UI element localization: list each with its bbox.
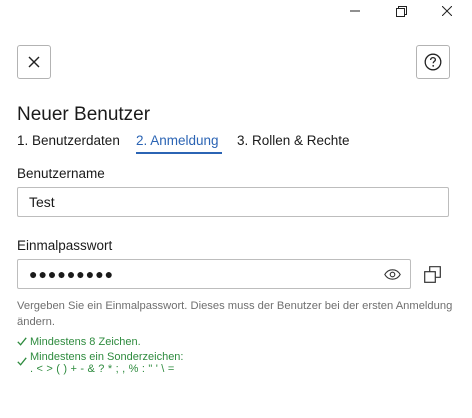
- username-input[interactable]: Test: [17, 187, 449, 217]
- step-benutzerdaten[interactable]: 1. Benutzerdaten: [17, 133, 120, 148]
- window-minimize-button[interactable]: [332, 0, 378, 22]
- password-hint: Vergeben Sie ein Einmalpasswort. Dieses …: [17, 300, 453, 328]
- rule-min-length: Mindestens 8 Zeichen.: [17, 336, 183, 348]
- rule-special-char: Mindestens ein Sonderzeichen: . < > ( ) …: [17, 351, 183, 375]
- dialog-close-button[interactable]: [17, 45, 51, 79]
- minimize-icon: [350, 10, 360, 12]
- username-label: Benutzername: [17, 166, 105, 181]
- close-x-icon: [28, 56, 40, 68]
- password-label: Einmalpasswort: [17, 238, 113, 253]
- rule-special-char-list: . < > ( ) + - & ? * ; , % : " ' \ =: [30, 363, 175, 375]
- help-button[interactable]: [416, 45, 450, 79]
- copy-icon: [423, 265, 441, 283]
- active-step-indicator: [136, 152, 222, 154]
- rule-special-char-text: Mindestens ein Sonderzeichen:: [30, 351, 184, 363]
- show-password-button[interactable]: [383, 266, 401, 282]
- step-anmeldung[interactable]: 2. Anmeldung: [136, 133, 219, 148]
- eye-icon: [383, 268, 401, 280]
- window-restore-button[interactable]: [378, 0, 424, 22]
- password-input[interactable]: ●●●●●●●●●: [17, 259, 411, 289]
- help-question-icon: [424, 53, 442, 71]
- copy-password-button[interactable]: [423, 265, 441, 283]
- username-value: Test: [29, 194, 55, 210]
- password-masked-value: ●●●●●●●●●: [29, 266, 115, 282]
- window-close-button[interactable]: [424, 0, 470, 22]
- step-rollen-rechte[interactable]: 3. Rollen & Rechte: [237, 133, 350, 148]
- dialog-title: Neuer Benutzer: [17, 104, 151, 125]
- close-icon: [442, 6, 452, 16]
- check-icon: [17, 337, 27, 346]
- rule-min-length-text: Mindestens 8 Zeichen.: [30, 336, 141, 348]
- new-user-dialog: Neuer Benutzer 1. Benutzerdaten 2. Anmel…: [0, 0, 472, 418]
- restore-icon: [395, 5, 407, 17]
- password-rules: Mindestens 8 Zeichen. Mindestens ein Son…: [17, 336, 183, 378]
- check-icon: [17, 357, 27, 366]
